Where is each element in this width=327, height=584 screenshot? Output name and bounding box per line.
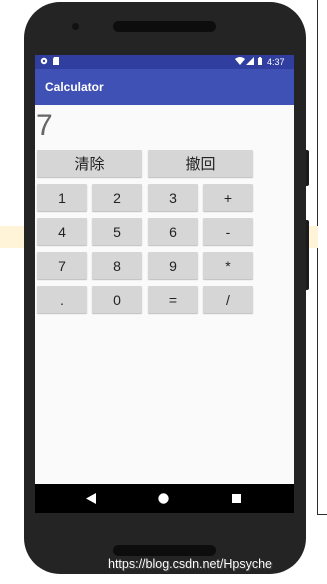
app-title: Calculator: [45, 80, 104, 94]
digit-2-button[interactable]: 2: [92, 184, 142, 211]
equals-button[interactable]: =: [148, 286, 198, 313]
signal-icon: [246, 57, 254, 65]
digit-3-button[interactable]: 3: [148, 184, 198, 211]
phone-screen: 4:37 Calculator 7 清除 撤回 1 2 3 + 4 5 6 - …: [35, 55, 294, 513]
bottom-speaker: [113, 545, 216, 556]
home-icon[interactable]: [158, 493, 169, 504]
plus-button[interactable]: +: [203, 184, 253, 211]
navigation-bar: [35, 484, 294, 513]
clear-button[interactable]: 清除: [37, 150, 142, 177]
digit-9-button[interactable]: 9: [148, 252, 198, 279]
multiply-button[interactable]: *: [203, 252, 253, 279]
front-camera: [72, 23, 79, 30]
digit-7-button[interactable]: 7: [37, 252, 87, 279]
watermark-text: https://blog.csdn.net/Hpsyche: [108, 557, 272, 571]
app-bar: Calculator: [35, 69, 294, 105]
digit-0-button[interactable]: 0: [92, 286, 142, 313]
digit-4-button[interactable]: 4: [37, 218, 87, 245]
page-frame-border: [317, 0, 327, 515]
undo-button[interactable]: 撤回: [148, 150, 253, 177]
status-bar: 4:37: [35, 55, 294, 69]
back-icon[interactable]: [86, 493, 96, 504]
result-display: 7: [36, 109, 53, 142]
minus-button[interactable]: -: [203, 218, 253, 245]
top-speaker: [113, 21, 216, 32]
divide-button[interactable]: /: [203, 286, 253, 313]
digit-5-button[interactable]: 5: [92, 218, 142, 245]
recents-icon[interactable]: [232, 494, 241, 503]
sd-card-icon: [53, 57, 59, 65]
calculator-content: 7 清除 撤回 1 2 3 + 4 5 6 - 7 8 9 * . 0 = /: [35, 105, 294, 484]
settings-icon: [40, 57, 48, 65]
wifi-icon: [235, 57, 245, 65]
digit-8-button[interactable]: 8: [92, 252, 142, 279]
status-time: 4:37: [267, 57, 285, 67]
digit-6-button[interactable]: 6: [148, 218, 198, 245]
digit-1-button[interactable]: 1: [37, 184, 87, 211]
decimal-point-button[interactable]: .: [37, 286, 87, 313]
battery-icon: [258, 57, 262, 65]
